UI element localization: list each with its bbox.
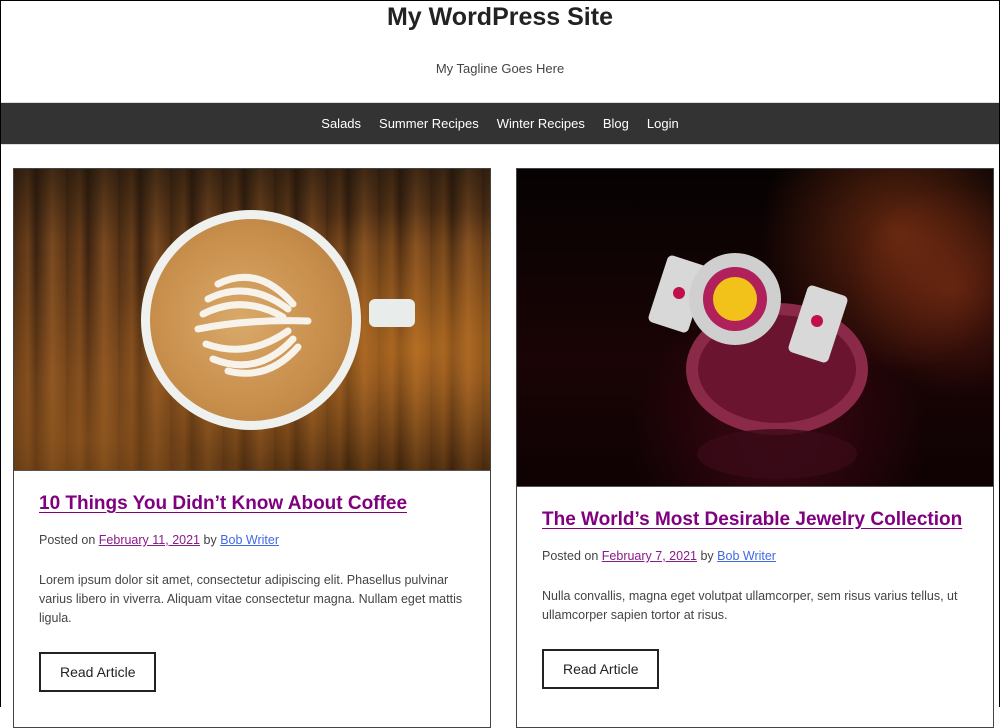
- main-nav: Salads Summer Recipes Winter Recipes Blo…: [1, 102, 999, 145]
- post-title-link[interactable]: 10 Things You Didn’t Know About Coffee: [39, 493, 407, 515]
- post-title-link[interactable]: The World’s Most Desirable Jewelry Colle…: [542, 509, 962, 531]
- post-card: The World’s Most Desirable Jewelry Colle…: [516, 168, 994, 728]
- nav-item-blog[interactable]: Blog: [594, 116, 638, 131]
- post-excerpt: Nulla convallis, magna eget volutpat ull…: [542, 589, 958, 622]
- mug-handle: [369, 299, 415, 327]
- read-article-button[interactable]: Read Article: [39, 652, 157, 692]
- post-date-link[interactable]: February 7, 2021: [602, 549, 697, 563]
- read-article-button[interactable]: Read Article: [542, 649, 660, 689]
- latte-foam: [150, 219, 352, 421]
- post-author-link[interactable]: Bob Writer: [220, 533, 279, 547]
- post-meta: Posted on February 7, 2021 by Bob Writer: [542, 549, 969, 563]
- post-image-jewelry[interactable]: [517, 169, 993, 487]
- posted-on-label: Posted on: [39, 533, 96, 547]
- posted-on-label: Posted on: [542, 549, 599, 563]
- post-image-coffee[interactable]: [14, 169, 490, 471]
- post-excerpt: Lorem ipsum dolor sit amet, consectetur …: [39, 573, 463, 625]
- nav-item-winter-recipes[interactable]: Winter Recipes: [488, 116, 594, 131]
- site-title[interactable]: My WordPress Site: [0, 3, 1000, 32]
- latte-art-leaf-icon: [194, 273, 312, 377]
- site-header: My WordPress Site My Tagline Goes Here: [0, 0, 1000, 102]
- coffee-mug: [141, 210, 361, 430]
- by-label: by: [700, 549, 714, 563]
- nav-item-summer-recipes[interactable]: Summer Recipes: [370, 116, 488, 131]
- nav-item-login[interactable]: Login: [638, 116, 688, 131]
- by-label: by: [203, 533, 217, 547]
- post-date-link[interactable]: February 11, 2021: [99, 533, 200, 547]
- nav-item-salads[interactable]: Salads: [312, 116, 370, 131]
- bracelet-illustration: [648, 253, 868, 479]
- post-card: 10 Things You Didn’t Know About Coffee P…: [13, 168, 491, 728]
- post-meta: Posted on February 11, 2021 by Bob Write…: [39, 533, 466, 547]
- site-tagline: My Tagline Goes Here: [435, 61, 565, 76]
- post-author-link[interactable]: Bob Writer: [717, 549, 776, 563]
